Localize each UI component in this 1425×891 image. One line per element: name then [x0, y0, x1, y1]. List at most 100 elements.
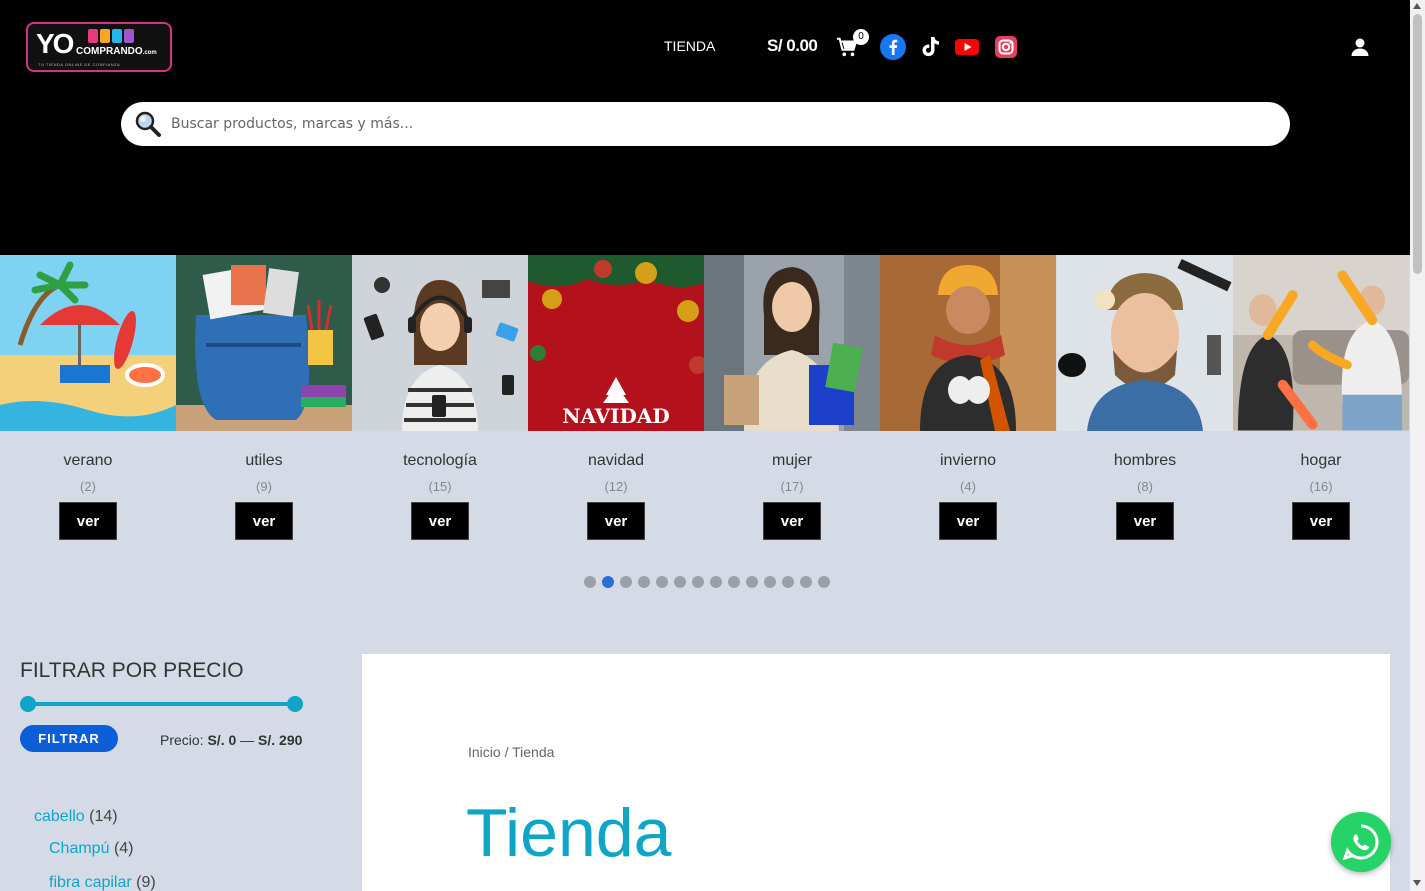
carousel-dot[interactable]	[692, 576, 704, 588]
sidebar-category-item: cabello (14)	[34, 808, 118, 826]
price-slider-track[interactable]	[27, 702, 295, 706]
breadcrumb-separator: /	[504, 744, 509, 760]
category-carousel: verano (2) ver utiles (9) ver tecnología…	[0, 255, 1410, 555]
category-count: (8)	[1137, 479, 1153, 494]
cart-total[interactable]: S/ 0.00	[767, 36, 818, 56]
category-card-verano: verano (2) ver	[0, 255, 176, 540]
category-image-utiles[interactable]	[176, 255, 352, 431]
logo-comprando: COMPRANDO.com	[76, 46, 157, 57]
category-ver-button[interactable]: ver	[1116, 502, 1174, 540]
carousel-dot[interactable]	[728, 576, 740, 588]
category-count: (2)	[80, 479, 96, 494]
main-content: Inicio / Tienda Tienda	[362, 654, 1390, 891]
logo-yo: YO	[36, 28, 74, 59]
sidebar-category-link[interactable]: cabello	[34, 808, 85, 825]
carousel-dot[interactable]	[818, 576, 830, 588]
category-image-mujer[interactable]	[704, 255, 880, 431]
category-name: mujer	[771, 452, 812, 469]
category-card-navidad: NAVIDAD navidad (12) ver	[528, 255, 707, 540]
carousel-dot[interactable]	[782, 576, 794, 588]
category-name: navidad	[587, 452, 645, 469]
nav-tienda-link[interactable]: TIENDA	[664, 38, 715, 54]
category-name: tecnología	[403, 452, 477, 469]
filter-price-title: FILTRAR POR PRECIO	[20, 659, 244, 682]
site-logo[interactable]: YO COMPRANDO.com TU TIENDA ONLINE DE CON…	[26, 22, 172, 72]
category-card-utiles: utiles (9) ver	[176, 255, 352, 540]
scroll-up-arrow[interactable]	[1413, 3, 1421, 9]
category-count: (16)	[1309, 479, 1333, 494]
category-card-hombres: hombres (8) ver	[1057, 255, 1233, 540]
category-ver-button[interactable]: ver	[1292, 502, 1350, 540]
category-count: (12)	[604, 479, 628, 494]
logo-bags	[88, 29, 134, 43]
category-image-navidad[interactable]: NAVIDAD	[528, 255, 707, 431]
sidebar-category-count: (4)	[113, 840, 134, 857]
tiktok-icon[interactable]	[917, 34, 943, 60]
search-input[interactable]	[171, 102, 1271, 146]
price-range-label: Precio: S/. 0 — S/. 290	[160, 732, 303, 748]
logo-tagline: TU TIENDA ONLINE DE CONFIANZA	[38, 62, 121, 67]
carousel-dot[interactable]	[746, 576, 758, 588]
page-title: Tienda	[466, 795, 672, 871]
category-card-hogar: hogar (16) ver	[1233, 255, 1409, 540]
category-name: invierno	[939, 452, 997, 469]
youtube-icon[interactable]	[954, 34, 980, 60]
sidebar-category-item: fibra capilar (9)	[49, 874, 156, 891]
sidebar-category-count: (14)	[89, 808, 118, 825]
category-image-verano[interactable]	[0, 255, 176, 431]
sidebar-category-count: (9)	[136, 874, 156, 891]
instagram-icon[interactable]	[993, 34, 1019, 60]
breadcrumb-home-link[interactable]: Inicio	[468, 744, 501, 760]
category-ver-button[interactable]: ver	[939, 502, 997, 540]
scroll-down-arrow[interactable]	[1413, 880, 1421, 886]
breadcrumb: Inicio / Tienda	[468, 744, 554, 760]
carousel-dot[interactable]	[656, 576, 668, 588]
carousel-dot[interactable]	[620, 576, 632, 588]
search-icon[interactable]	[133, 109, 163, 139]
category-ver-button[interactable]: ver	[763, 502, 821, 540]
carousel-dot[interactable]	[584, 576, 596, 588]
carousel-dot[interactable]	[638, 576, 650, 588]
category-ver-button[interactable]: ver	[59, 502, 117, 540]
category-card-tecnologia: tecnología (15) ver	[352, 255, 528, 540]
breadcrumb-current: Tienda	[512, 744, 555, 760]
category-count: (4)	[960, 479, 976, 494]
carousel-dots	[584, 576, 830, 588]
carousel-dot[interactable]	[710, 576, 722, 588]
category-count: (15)	[428, 479, 452, 494]
category-image-invierno[interactable]	[880, 255, 1056, 431]
category-image-hogar[interactable]	[1233, 255, 1409, 431]
carousel-dot[interactable]	[674, 576, 686, 588]
search-bar	[121, 102, 1290, 146]
page-scrollbar[interactable]	[1410, 0, 1425, 891]
category-name: utiles	[245, 452, 283, 469]
carousel-dot[interactable]	[764, 576, 776, 588]
whatsapp-icon[interactable]	[1331, 812, 1391, 872]
sidebar-category-link[interactable]: fibra capilar	[49, 874, 132, 891]
category-ver-button[interactable]: ver	[235, 502, 293, 540]
navidad-image-text: NAVIDAD	[562, 404, 669, 428]
category-name: verano	[63, 452, 113, 469]
price-slider-min-handle[interactable]	[20, 696, 36, 712]
user-account-icon[interactable]	[1350, 37, 1370, 57]
cart-count-badge: 0	[853, 29, 869, 45]
sidebar-category-item: Champú (4)	[49, 840, 134, 858]
category-name: hombres	[1113, 452, 1177, 469]
category-image-hombres[interactable]	[1057, 255, 1233, 431]
site-header: YO COMPRANDO.com TU TIENDA ONLINE DE CON…	[0, 0, 1410, 255]
sidebar-category-link[interactable]: Champú	[49, 840, 109, 857]
facebook-icon[interactable]	[880, 34, 906, 60]
carousel-dot[interactable]	[800, 576, 812, 588]
category-count: (17)	[780, 479, 804, 494]
category-name: hogar	[1300, 452, 1342, 469]
category-image-tecnologia[interactable]	[352, 255, 528, 431]
category-ver-button[interactable]: ver	[587, 502, 645, 540]
price-slider-max-handle[interactable]	[287, 696, 303, 712]
carousel-dot[interactable]	[602, 576, 614, 588]
category-ver-button[interactable]: ver	[411, 502, 469, 540]
category-card-mujer: mujer (17) ver	[704, 255, 880, 540]
category-count: (9)	[256, 479, 272, 494]
scroll-thumb[interactable]	[1413, 14, 1422, 274]
filter-button[interactable]: FILTRAR	[20, 725, 118, 752]
category-card-invierno: invierno (4) ver	[880, 255, 1056, 540]
